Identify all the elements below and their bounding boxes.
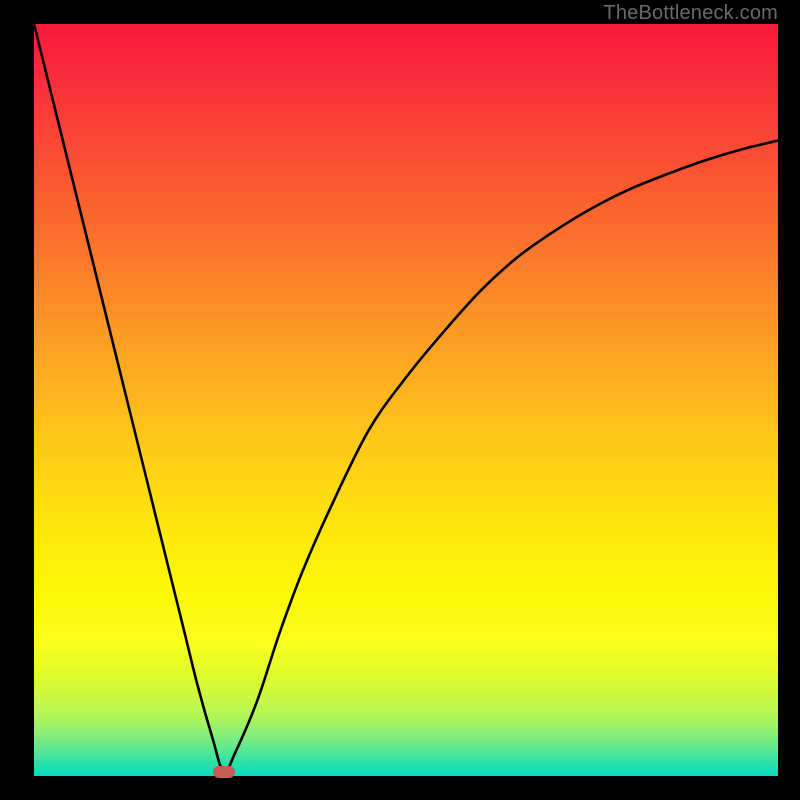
chart-plot-area: [34, 24, 778, 776]
chart-frame: TheBottleneck.com: [0, 0, 800, 800]
percent-curve: [34, 24, 778, 776]
watermark-text: TheBottleneck.com: [603, 2, 778, 25]
min-marker: [213, 766, 235, 778]
